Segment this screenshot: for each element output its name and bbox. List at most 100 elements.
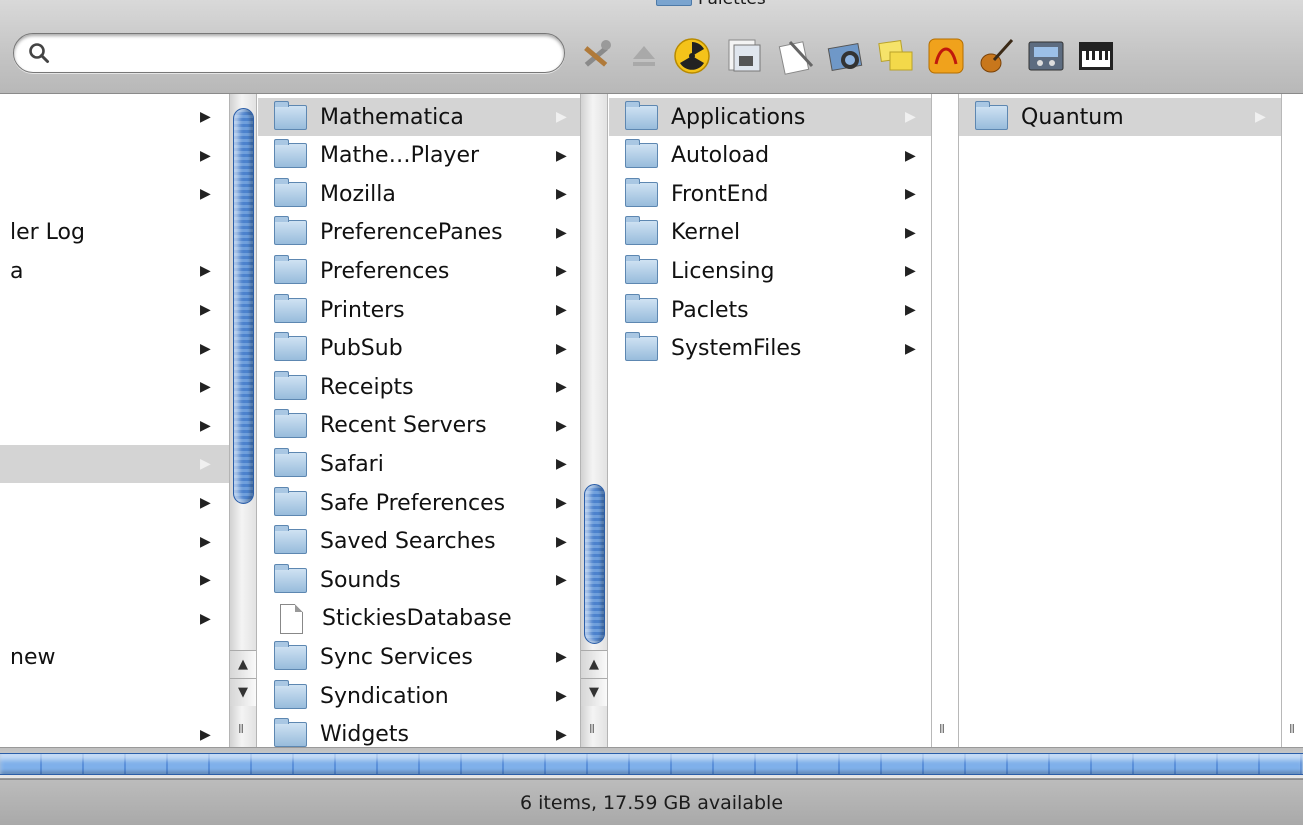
list-item[interactable]: Applications ▶ xyxy=(609,98,931,136)
disclosure-arrow-icon: ▶ xyxy=(200,109,211,125)
list-item[interactable]: PubSub ▶ xyxy=(258,330,580,368)
list-item[interactable]: SystemFiles ▶ xyxy=(609,330,931,368)
list-item[interactable]: ▶ xyxy=(0,175,229,213)
disclosure-arrow-icon: ▶ xyxy=(556,688,567,704)
horizontal-scrollbar[interactable] xyxy=(0,747,1303,779)
disclosure-arrow-icon: ▶ xyxy=(556,109,567,125)
list-item[interactable]: ▶ xyxy=(0,291,229,329)
garageband-guitar-icon[interactable] xyxy=(976,36,1016,76)
horizontal-scroll-thumb[interactable] xyxy=(0,753,1303,775)
list-item[interactable]: Mathematica ▶ xyxy=(258,98,580,136)
folder-icon xyxy=(625,332,658,362)
folder-icon xyxy=(274,718,307,748)
preview-icon[interactable] xyxy=(724,36,764,76)
textedit-icon[interactable] xyxy=(776,36,816,76)
list-item[interactable]: Quantum ▶ xyxy=(959,98,1281,136)
list-item[interactable]: Receipts ▶ xyxy=(258,368,580,406)
scroll-up-arrow[interactable]: ▲ xyxy=(230,650,256,678)
scroll-down-arrow[interactable]: ▼ xyxy=(581,678,607,706)
list-item[interactable]: ▶ xyxy=(0,330,229,368)
list-item[interactable]: ▶ xyxy=(0,484,229,522)
list-item[interactable]: ▶ xyxy=(0,561,229,599)
list-item-label: Mozilla xyxy=(320,181,396,207)
folder-icon xyxy=(274,293,307,323)
folder-icon xyxy=(975,100,1008,130)
control-panel-icon[interactable] xyxy=(1026,36,1066,76)
list-item[interactable]: Safari ▶ xyxy=(258,445,580,483)
folder-icon xyxy=(274,640,307,670)
column-2-scrollbar[interactable]: ▲ ▼ II xyxy=(580,94,608,749)
column-2-scroll-thumb[interactable] xyxy=(584,484,605,644)
window-title-text: Palettes xyxy=(698,0,766,9)
mathematica-icon[interactable] xyxy=(926,36,966,76)
radiation-icon[interactable] xyxy=(672,36,712,76)
list-item[interactable]: FrontEnd ▶ xyxy=(609,175,931,213)
folder-icon xyxy=(274,563,307,593)
list-item[interactable]: ▶ xyxy=(0,445,229,484)
column-4: Quantum ▶ xyxy=(959,94,1281,749)
list-item[interactable]: PreferencePanes ▶ xyxy=(258,214,580,252)
folder-icon xyxy=(625,254,658,284)
list-item[interactable]: Printers ▶ xyxy=(258,291,580,329)
folder-icon xyxy=(656,0,692,6)
list-item-label: SystemFiles xyxy=(671,336,802,362)
list-item[interactable]: Preferences ▶ xyxy=(258,252,580,290)
disclosure-arrow-icon: ▶ xyxy=(200,417,211,434)
list-item-label: Receipts xyxy=(320,374,414,400)
list-item[interactable]: Recent Servers ▶ xyxy=(258,407,580,445)
search-field[interactable] xyxy=(13,33,565,73)
disclosure-arrow-icon: ▶ xyxy=(200,340,211,357)
iphoto-icon[interactable] xyxy=(826,36,866,76)
list-item[interactable]: ▶ xyxy=(0,98,229,136)
column-resize-handle[interactable]: II xyxy=(1289,722,1295,736)
column-1-scroll-thumb[interactable] xyxy=(233,108,254,504)
list-item[interactable]: Sync Services ▶ xyxy=(258,638,580,676)
disclosure-arrow-icon: ▶ xyxy=(905,340,916,357)
stickies-icon[interactable] xyxy=(876,36,916,76)
list-item[interactable]: ▶ xyxy=(0,137,229,175)
piano-keyboard-icon[interactable] xyxy=(1076,36,1116,76)
column-2: Mathematica ▶ Mathe…Player ▶ Mozilla ▶ Prefere… xyxy=(258,94,580,749)
list-item-label: PubSub xyxy=(320,336,403,362)
column-browser: ▶ ▶ ▶ ler Log a ▶ ▶ ▶ ▶ ▶ ▶ ▶ ▶ ▶ ▶ new ▶ ▲ ▼ II Mathema… xyxy=(0,94,1303,749)
scroll-up-arrow[interactable]: ▲ xyxy=(581,650,607,678)
list-item[interactable]: Licensing ▶ xyxy=(609,252,931,290)
search-input[interactable] xyxy=(56,38,536,68)
list-item[interactable]: Autoload ▶ xyxy=(609,137,931,175)
disclosure-arrow-icon: ▶ xyxy=(556,302,567,318)
disclosure-arrow-icon: ▶ xyxy=(200,533,211,550)
list-item[interactable]: Paclets ▶ xyxy=(609,291,931,329)
disclosure-arrow-icon: ▶ xyxy=(200,147,211,164)
list-item[interactable]: ▶ xyxy=(0,368,229,406)
list-item-label: Kernel xyxy=(671,220,741,246)
folder-icon xyxy=(625,216,658,246)
list-item[interactable]: Sounds ▶ xyxy=(258,561,580,599)
disclosure-arrow-icon: ▶ xyxy=(556,340,567,357)
eject-icon[interactable] xyxy=(624,36,664,76)
list-item-label: ler Log xyxy=(10,220,85,246)
column-resize-handle[interactable]: II xyxy=(589,722,595,736)
folder-icon xyxy=(274,447,307,477)
list-item[interactable]: a ▶ xyxy=(0,252,229,290)
column-resize-handle[interactable]: II xyxy=(939,722,945,736)
utilities-icon[interactable] xyxy=(577,36,617,76)
list-item[interactable]: Syndication ▶ xyxy=(258,677,580,715)
list-item[interactable]: ▶ xyxy=(0,407,229,445)
list-item[interactable] xyxy=(0,677,229,715)
list-item[interactable]: new xyxy=(0,638,229,676)
list-item[interactable]: Kernel ▶ xyxy=(609,214,931,252)
list-item[interactable]: Mozilla ▶ xyxy=(258,175,580,213)
column-1-scrollbar[interactable]: ▲ ▼ II xyxy=(229,94,257,749)
list-item[interactable]: ▶ xyxy=(0,600,229,638)
list-item[interactable]: StickiesDatabase xyxy=(258,600,580,638)
list-item[interactable]: ▶ xyxy=(0,523,229,561)
list-item-label: Recent Servers xyxy=(320,413,487,439)
column-resize-handle[interactable]: II xyxy=(238,722,244,736)
folder-icon xyxy=(274,100,307,130)
list-item[interactable]: ler Log xyxy=(0,214,229,252)
list-item[interactable]: Saved Searches ▶ xyxy=(258,523,580,561)
list-item[interactable]: Mathe…Player ▶ xyxy=(258,137,580,175)
scroll-down-arrow[interactable]: ▼ xyxy=(230,678,256,706)
list-item[interactable]: Safe Preferences ▶ xyxy=(258,484,580,522)
folder-icon xyxy=(274,332,307,362)
